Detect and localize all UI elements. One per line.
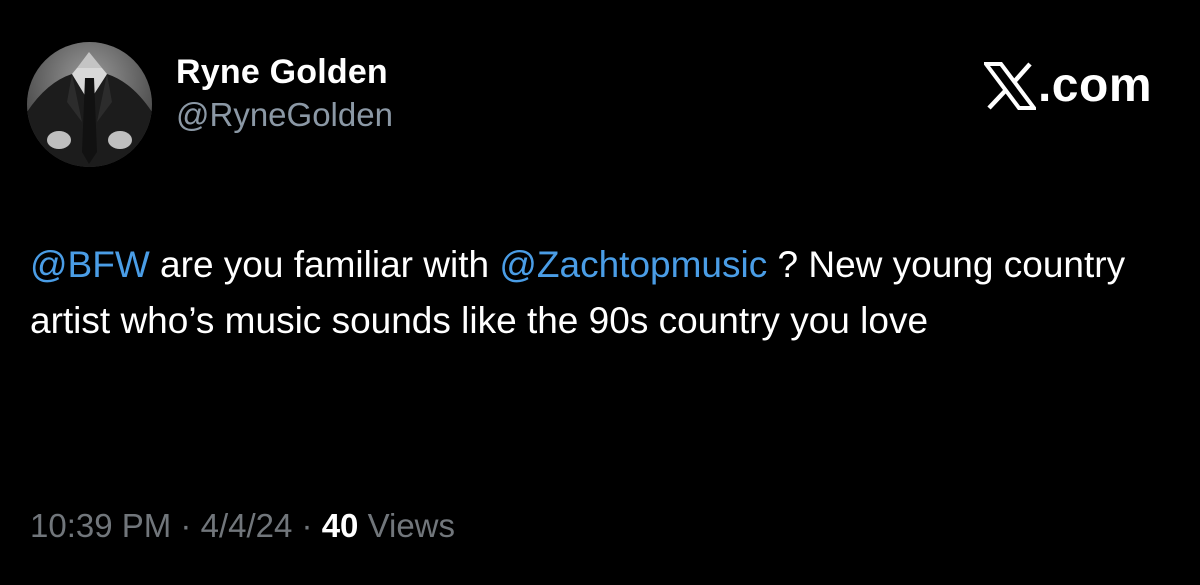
tweet-date[interactable]: 4/4/24 bbox=[201, 507, 293, 544]
display-name[interactable]: Ryne Golden bbox=[176, 52, 393, 92]
user-handle[interactable]: @RyneGolden bbox=[176, 95, 393, 135]
brand-text: .com bbox=[1037, 59, 1152, 112]
x-logo-icon bbox=[983, 62, 1036, 110]
author-block: Ryne Golden @RyneGolden bbox=[176, 52, 393, 135]
tweet-text: @BFW are you familiar with @Zachtopmusic… bbox=[30, 237, 1170, 349]
tweet-meta: 10:39 PM · 4/4/24 · 40 Views bbox=[30, 504, 455, 548]
brand-logo: .com bbox=[983, 59, 1152, 112]
tweet-time[interactable]: 10:39 PM bbox=[30, 507, 171, 544]
tweet-text-segment: are you familiar with bbox=[149, 244, 500, 285]
mention-link[interactable]: @BFW bbox=[30, 244, 150, 285]
meta-separator: · bbox=[301, 507, 313, 544]
avatar-image bbox=[27, 42, 152, 167]
avatar[interactable] bbox=[27, 42, 152, 167]
views-label: Views bbox=[367, 507, 456, 544]
mention-link[interactable]: @Zachtopmusic bbox=[499, 244, 767, 285]
views-count: 40 bbox=[321, 507, 359, 544]
meta-separator: · bbox=[180, 507, 192, 544]
